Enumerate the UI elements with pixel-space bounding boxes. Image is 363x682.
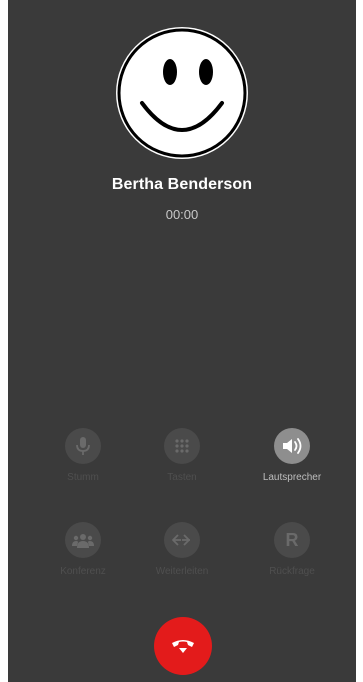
conference-label: Konferenz — [60, 566, 106, 577]
keypad-button-circle[interactable] — [164, 428, 200, 464]
group-icon — [72, 534, 94, 548]
keypad-button[interactable]: Tasten — [132, 428, 232, 483]
transfer-button[interactable]: Weiterleiten — [132, 522, 232, 577]
transfer-icon — [172, 534, 190, 546]
mute-button[interactable]: Stumm — [33, 428, 133, 483]
caller-name: Bertha Benderson — [111, 176, 253, 193]
speaker-button[interactable]: Lautsprecher — [242, 428, 342, 483]
consultation-button-circle[interactable]: R — [274, 522, 310, 558]
call-screen: Bertha Benderson 00:00 Stumm Tasten Laut… — [8, 0, 356, 682]
speaker-icon — [283, 438, 302, 454]
conference-button-circle[interactable] — [65, 522, 101, 558]
consultation-label: Rückfrage — [269, 566, 315, 577]
speaker-button-circle[interactable] — [274, 428, 310, 464]
keypad-icon — [175, 439, 189, 453]
r-letter-icon: R — [285, 529, 299, 550]
transfer-label: Weiterleiten — [155, 566, 209, 577]
transfer-button-circle[interactable] — [164, 522, 200, 558]
hang-up-button[interactable] — [154, 617, 212, 675]
call-timer: 00:00 — [165, 207, 199, 222]
caller-avatar — [116, 27, 248, 159]
keypad-label: Tasten — [167, 472, 197, 483]
mute-button-circle[interactable] — [65, 428, 101, 464]
smiley-face-icon — [117, 28, 247, 158]
mute-label: Stumm — [67, 472, 99, 483]
speaker-label: Lautsprecher — [262, 472, 322, 483]
consultation-button[interactable]: R Rückfrage — [242, 522, 342, 577]
microphone-icon — [76, 437, 90, 455]
conference-button[interactable]: Konferenz — [33, 522, 133, 577]
hang-up-icon — [172, 640, 194, 653]
